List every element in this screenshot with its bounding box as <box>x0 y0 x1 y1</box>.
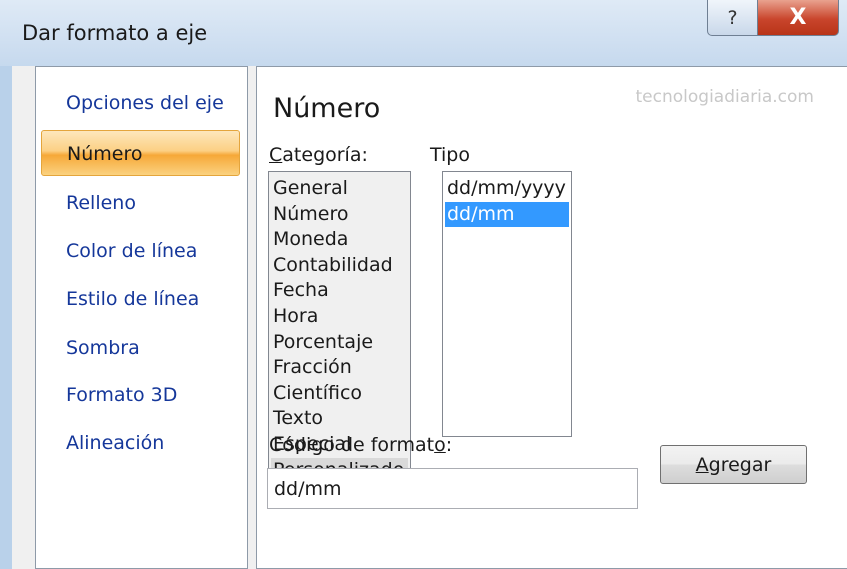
close-button[interactable]: X <box>757 0 839 36</box>
nav-item-estilo-de-linea[interactable]: Estilo de línea <box>41 276 240 322</box>
type-item-selected[interactable]: dd/mm <box>445 201 569 228</box>
title-bar[interactable]: Dar formato a eje ? X <box>0 0 847 66</box>
content-panel: Número tecnologiadiaria.com Categoría: T… <box>256 66 847 569</box>
category-item[interactable]: Número <box>271 202 408 228</box>
type-label: Tipo <box>430 144 470 166</box>
category-label: Categoría: <box>269 144 368 166</box>
category-item[interactable]: Texto <box>271 406 408 432</box>
help-button[interactable]: ? <box>707 0 758 36</box>
category-item[interactable]: Científico <box>271 381 408 407</box>
help-icon: ? <box>727 6 738 29</box>
type-listbox[interactable]: dd/mm/yyyy dd/mm <box>442 171 572 437</box>
nav-item-numero[interactable]: Número <box>41 130 240 176</box>
category-item[interactable]: Hora <box>271 304 408 330</box>
section-title: Número <box>273 93 381 124</box>
window-title: Dar formato a eje <box>22 21 208 45</box>
type-item[interactable]: dd/mm/yyyy <box>445 176 569 202</box>
category-item[interactable]: Contabilidad <box>271 253 408 279</box>
format-code-input[interactable]: dd/mm <box>267 468 638 509</box>
nav-item-relleno[interactable]: Relleno <box>41 180 240 226</box>
format-code-label: Código de formato: <box>269 434 453 456</box>
category-item[interactable]: Fracción <box>271 355 408 381</box>
watermark: tecnologiadiaria.com <box>635 87 814 107</box>
category-item[interactable]: Porcentaje <box>271 330 408 356</box>
nav-item-alineacion[interactable]: Alineación <box>41 420 240 466</box>
nav-item-opciones-del-eje[interactable]: Opciones del eje <box>41 80 240 126</box>
category-item[interactable]: Fecha <box>271 278 408 304</box>
category-nav: Opciones del eje Número Relleno Color de… <box>35 66 248 569</box>
add-button[interactable]: Agregar <box>660 445 807 484</box>
nav-item-sombra[interactable]: Sombra <box>41 325 240 371</box>
category-item[interactable]: Moneda <box>271 227 408 253</box>
nav-item-formato-3d[interactable]: Formato 3D <box>41 372 240 418</box>
category-item[interactable]: General <box>271 176 408 202</box>
nav-item-color-de-linea[interactable]: Color de línea <box>41 228 240 274</box>
dialog-body: Opciones del eje Número Relleno Color de… <box>12 66 847 569</box>
close-icon: X <box>789 5 807 30</box>
